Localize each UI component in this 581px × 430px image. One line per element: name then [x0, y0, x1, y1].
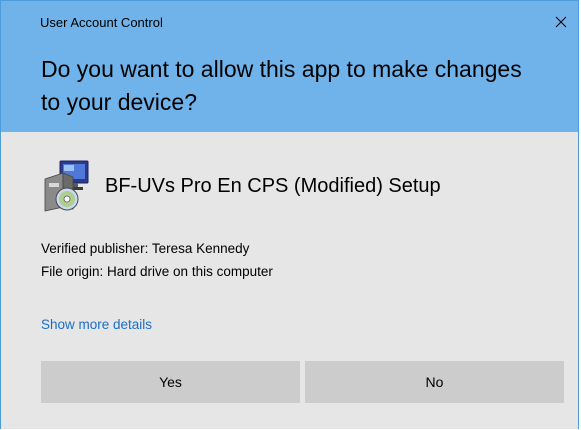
app-info-row: BF-UVs Pro En CPS (Modified) Setup [41, 157, 441, 215]
file-origin: File origin: Hard drive on this computer [41, 264, 273, 279]
yes-button[interactable]: Yes [41, 361, 300, 403]
verified-publisher: Verified publisher: Teresa Kennedy [41, 241, 250, 256]
app-name: BF-UVs Pro En CPS (Modified) Setup [105, 174, 441, 197]
close-button[interactable] [548, 9, 574, 35]
close-icon [555, 16, 567, 28]
show-more-details-link[interactable]: Show more details [41, 317, 152, 332]
uac-dialog: User Account Control Do you want to allo… [0, 0, 579, 429]
no-button[interactable]: No [305, 361, 564, 403]
dialog-header: User Account Control Do you want to allo… [1, 1, 578, 132]
prompt-question: Do you want to allow this app to make ch… [41, 56, 522, 115]
installer-icon [44, 160, 89, 212]
window-title: User Account Control [40, 15, 163, 30]
